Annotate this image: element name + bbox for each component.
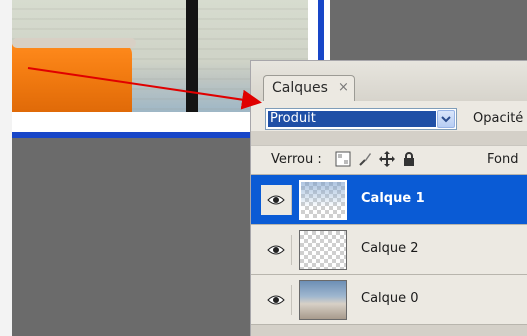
lock-transparent-icon[interactable]	[335, 151, 351, 167]
blend-mode-value: Produit	[268, 111, 436, 127]
layer-thumbnail	[299, 280, 347, 320]
lock-all-icon[interactable]	[401, 151, 417, 167]
panel-tabbar: Calques ×	[251, 61, 527, 101]
layer-name: Calque 0	[361, 291, 419, 306]
workspace-left-edge	[0, 0, 12, 336]
tab-label: Calques	[272, 80, 328, 96]
tab-calques[interactable]: Calques ×	[263, 75, 355, 101]
dropdown-arrow-icon[interactable]	[437, 110, 455, 128]
layer-name: Calque 2	[361, 241, 419, 256]
layer-thumbnail	[299, 180, 347, 220]
eye-icon[interactable]	[261, 285, 292, 315]
layer-name: Calque 1	[361, 191, 425, 206]
canvas-orange-barrel	[12, 38, 136, 112]
layer-row-calque-1[interactable]: Calque 1	[251, 175, 527, 225]
eye-icon[interactable]	[261, 185, 292, 215]
close-icon[interactable]: ×	[338, 80, 349, 95]
blend-mode-select[interactable]: Produit	[265, 108, 457, 130]
eye-icon[interactable]	[261, 235, 292, 265]
lock-move-icon[interactable]	[379, 151, 395, 167]
layer-row-calque-2[interactable]: Calque 2	[251, 225, 527, 275]
lock-brush-icon[interactable]	[357, 151, 373, 167]
layer-row-calque-0[interactable]: Calque 0	[251, 275, 527, 325]
layer-thumbnail	[299, 230, 347, 270]
lock-label: Verrou :	[271, 152, 322, 167]
barrel-rim	[12, 38, 136, 48]
fill-label: Fond	[487, 152, 519, 167]
layers-panel: Calques × Produit Opacité Verrou : Fond …	[250, 60, 527, 336]
canvas-black-pole	[186, 0, 198, 112]
opacity-label: Opacité	[473, 111, 524, 126]
